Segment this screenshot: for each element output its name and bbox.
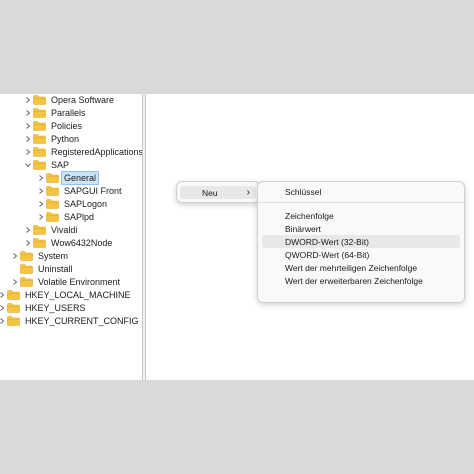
chevron-right-icon[interactable] (24, 146, 32, 158)
menu-item-neu[interactable]: Neu › (180, 186, 256, 199)
tree-node[interactable]: Opera Software (24, 94, 116, 106)
folder-icon (46, 199, 59, 209)
folder-icon (33, 121, 46, 131)
tree-node-label: Vivaldi (51, 225, 78, 235)
registry-tree[interactable]: Opera Software Parallels Policies Python Reg… (0, 94, 142, 380)
menu-separator (258, 202, 464, 203)
tree-node-label: Uninstall (38, 264, 73, 274)
submenu-item[interactable]: Wert der erweiterbaren Zeichenfolge (262, 274, 460, 287)
submenu-item[interactable]: Wert der mehrteiligen Zeichenfolge (262, 261, 460, 274)
chevron-down-icon[interactable] (24, 159, 32, 171)
tree-node-label: HKEY_USERS (25, 303, 86, 313)
submenu-item-label: DWORD-Wert (32-Bit) (285, 236, 369, 247)
tree-node[interactable]: Uninstall (11, 263, 75, 275)
submenu-item-label: Wert der erweiterbaren Zeichenfolge (285, 275, 423, 286)
tree-node[interactable]: RegisteredApplications (24, 146, 142, 158)
background-band-bottom (0, 380, 474, 474)
chevron-right-icon[interactable] (24, 133, 32, 145)
submenu-item-label: Schlüssel (285, 186, 322, 197)
submenu-item-label: Wert der mehrteiligen Zeichenfolge (285, 262, 418, 273)
tree-node[interactable]: Wow6432Node (24, 237, 114, 249)
tree-node[interactable]: Vivaldi (24, 224, 79, 236)
chevron-right-icon[interactable] (24, 94, 32, 106)
menu-item-neu-label: Neu (202, 187, 218, 198)
chevron-right-icon[interactable] (37, 185, 45, 197)
submenu-item-label: Zeichenfolge (285, 210, 334, 221)
folder-icon (33, 225, 46, 235)
folder-icon (46, 173, 59, 183)
tree-node-label: Wow6432Node (51, 238, 113, 248)
tree-node-label: System (38, 251, 69, 261)
tree-node[interactable]: SAP (24, 159, 71, 171)
tree-node[interactable]: Parallels (24, 107, 88, 119)
tree-node[interactable]: Python (24, 133, 81, 145)
chevron-right-icon[interactable] (37, 198, 45, 210)
folder-icon (20, 277, 33, 287)
tree-node-label: Opera Software (51, 95, 115, 105)
folder-icon (33, 95, 46, 105)
tree-node-label: SAPlpd (64, 212, 95, 222)
tree-node-label: Volatile Environment (38, 277, 121, 287)
chevron-right-icon[interactable] (11, 276, 19, 288)
submenu-item[interactable]: QWORD-Wert (64-Bit) (262, 248, 460, 261)
chevron-right-icon[interactable] (24, 237, 32, 249)
folder-icon (33, 108, 46, 118)
folder-icon (46, 186, 59, 196)
chevron-right-icon[interactable] (0, 289, 6, 301)
folder-icon (33, 160, 46, 170)
tree-node[interactable]: System (11, 250, 70, 262)
submenu-item[interactable]: Zeichenfolge (262, 209, 460, 222)
pane-splitter[interactable] (142, 94, 146, 380)
submenu-item[interactable]: Binärwert (262, 222, 460, 235)
tree-node[interactable]: Policies (24, 120, 84, 132)
chevron-right-icon[interactable] (24, 107, 32, 119)
tree-node-label: HKEY_CURRENT_CONFIG (25, 316, 139, 326)
context-menu: Neu › (176, 181, 260, 203)
new-submenu: Schlüssel Zeichenfolge Binärwert DWORD-Wert… (257, 181, 465, 303)
tree-node[interactable]: General (37, 171, 100, 185)
folder-icon (33, 147, 46, 157)
folder-icon (7, 303, 20, 313)
chevron-right-icon[interactable] (37, 211, 45, 223)
folder-icon (20, 251, 33, 261)
tree-node[interactable]: SAPLogon (37, 198, 109, 210)
tree-node[interactable]: HKEY_USERS (0, 302, 88, 314)
tree-node[interactable]: Volatile Environment (11, 276, 122, 288)
chevron-right-icon[interactable] (24, 120, 32, 132)
tree-node-label: Policies (51, 121, 83, 131)
tree-node-label: SAP (51, 160, 70, 170)
tree-node[interactable]: SAPlpd (37, 211, 96, 223)
folder-icon (7, 290, 20, 300)
chevron-right-icon[interactable] (0, 302, 6, 314)
submenu-item-label: QWORD-Wert (64-Bit) (285, 249, 370, 260)
folder-icon (20, 264, 33, 274)
chevron-right-icon[interactable] (0, 315, 6, 327)
submenu-arrow-icon: › (246, 187, 250, 198)
tree-node-label: Python (51, 134, 80, 144)
folder-icon (33, 238, 46, 248)
chevron-right-icon[interactable] (37, 172, 45, 184)
folder-icon (7, 316, 20, 326)
folder-icon (33, 134, 46, 144)
submenu-item-label: Binärwert (285, 223, 321, 234)
folder-icon (46, 212, 59, 222)
chevron-right-icon[interactable] (11, 250, 19, 262)
tree-node-label: General (60, 171, 100, 185)
submenu-item[interactable]: DWORD-Wert (32-Bit) (262, 235, 460, 248)
tree-node-label: RegisteredApplications (51, 147, 142, 157)
tree-node[interactable]: HKEY_LOCAL_MACHINE (0, 289, 133, 301)
chevron-right-icon[interactable] (24, 224, 32, 236)
background-band-top (0, 0, 474, 94)
tree-node[interactable]: SAPGUI Front (37, 185, 124, 197)
submenu-item[interactable]: Schlüssel (262, 185, 460, 198)
tree-node[interactable]: HKEY_CURRENT_CONFIG (0, 315, 141, 327)
tree-node-label: SAPGUI Front (64, 186, 122, 196)
tree-node-label: SAPLogon (64, 199, 108, 209)
tree-node-label: Parallels (51, 108, 86, 118)
chevron-placeholder (11, 263, 19, 275)
tree-node-label: HKEY_LOCAL_MACHINE (25, 290, 131, 300)
